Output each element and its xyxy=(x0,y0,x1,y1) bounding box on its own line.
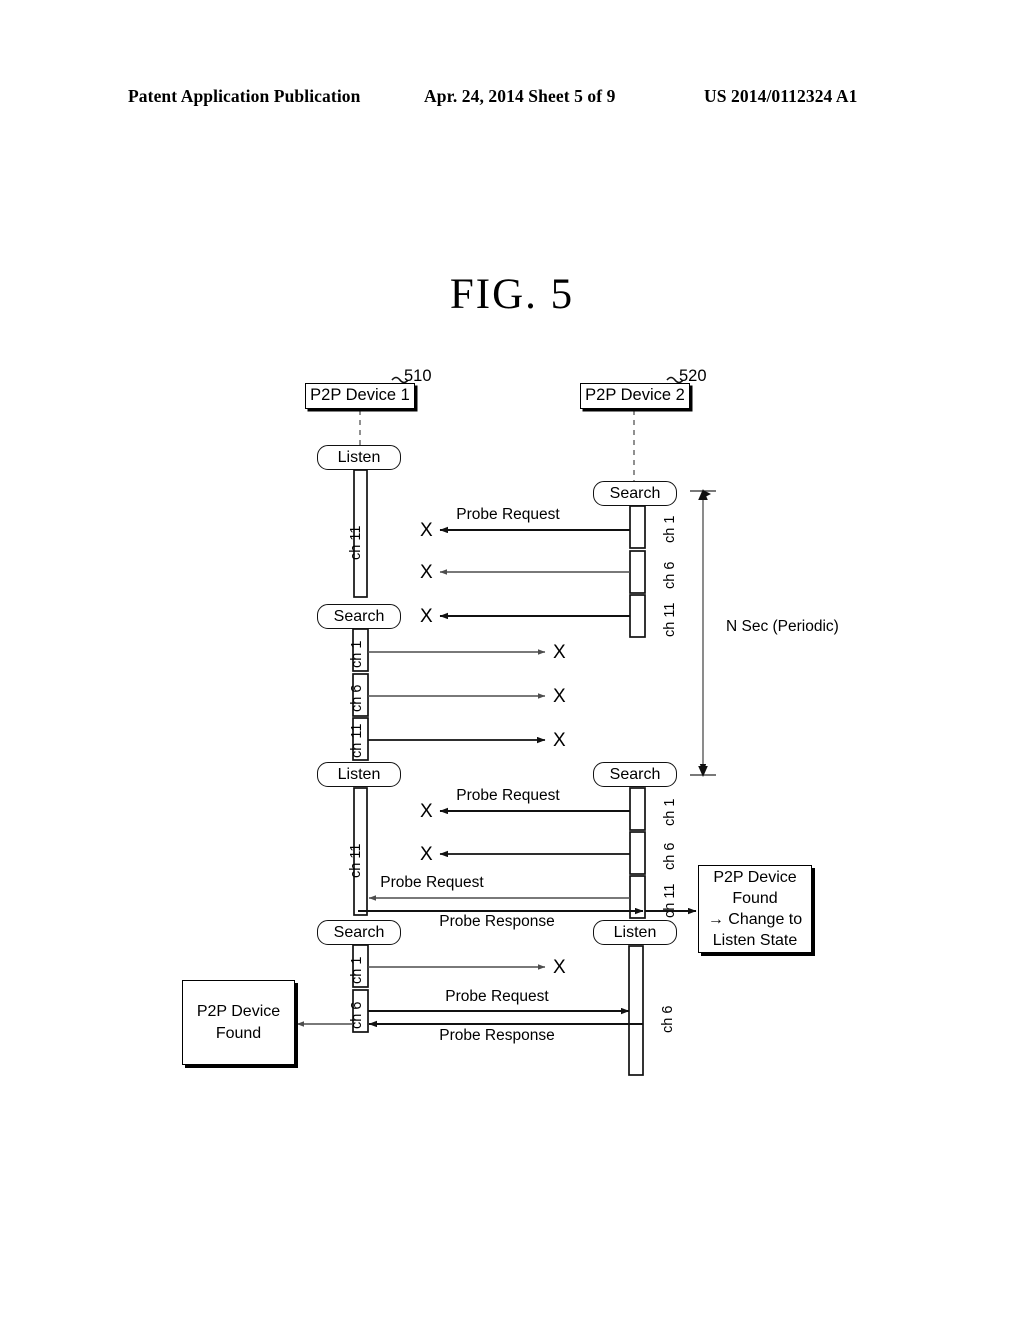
failure-marker-8: X xyxy=(420,844,433,865)
reference-leader-lines xyxy=(391,376,684,384)
arrow-group-probe-request-block1 xyxy=(439,526,630,620)
diagram-vector-layer xyxy=(296,376,716,1076)
channel-label-device2-search2-ch6: ch 6 xyxy=(662,842,678,870)
failure-marker-4: X xyxy=(553,642,566,663)
device2-activity-bars xyxy=(628,505,646,1076)
period-annotation-label: N Sec (Periodic) xyxy=(726,618,839,635)
state-capsule-device2-search-1: Search xyxy=(593,481,677,506)
note-line-3: → Change to xyxy=(707,911,803,928)
channel-label-device1-search1-ch1: ch 1 xyxy=(349,640,365,668)
failure-marker-1: X xyxy=(420,520,433,541)
channel-label-device2-search2-ch1: ch 1 xyxy=(662,798,678,826)
channel-label-device1-search2-ch1: ch 1 xyxy=(349,956,365,984)
message-label-probe-request-2: Probe Request xyxy=(456,787,560,804)
message-label-probe-request-1: Probe Request xyxy=(456,506,560,523)
failure-marker-3: X xyxy=(420,606,433,627)
message-label-probe-request-4: Probe Request xyxy=(445,988,549,1005)
channel-label-device1-search2-ch6: ch 6 xyxy=(349,1001,365,1029)
note-p2p-device-found: P2P Device Found xyxy=(182,980,295,1065)
channel-label-device2-search1-ch11: ch 11 xyxy=(662,602,678,637)
lifeline-header-device1: P2P Device 1 xyxy=(305,383,415,409)
note-line-4: Listen State xyxy=(712,932,798,950)
state-capsule-device1-listen-2: Listen xyxy=(317,762,401,787)
note-found-line-1: P2P Device xyxy=(196,1003,281,1021)
state-capsule-device2-listen-1: Listen xyxy=(593,920,677,945)
arrow-group-search-block2 xyxy=(368,649,546,744)
channel-label-device1-listen2-ch11: ch 11 xyxy=(348,843,364,878)
state-capsule-device1-listen-1: Listen xyxy=(317,445,401,470)
channel-label-device2-search1-ch6: ch 6 xyxy=(662,561,678,589)
channel-label-device2-search2-ch11: ch 11 xyxy=(662,883,678,918)
failure-marker-9: X xyxy=(553,957,566,978)
state-capsule-device1-search-1: Search xyxy=(317,604,401,629)
state-capsule-device2-search-2: Search xyxy=(593,762,677,787)
channel-label-device1-listen1-ch11: ch 11 xyxy=(348,525,364,560)
channel-label-device2-search1-ch1: ch 1 xyxy=(662,515,678,543)
failure-marker-6: X xyxy=(553,730,566,751)
failure-marker-5: X xyxy=(553,686,566,707)
note-found-line-2: Found xyxy=(215,1024,262,1042)
message-label-probe-request-3: Probe Request xyxy=(380,874,484,891)
state-capsule-device1-search-2: Search xyxy=(317,920,401,945)
channel-label-device1-search1-ch11: ch 11 xyxy=(349,723,365,758)
note-line-1: P2P Device xyxy=(713,868,797,886)
sequence-diagram: P2P Device 1 510 P2P Device 2 520 Listen… xyxy=(0,0,1024,1320)
channel-label-device2-listen-ch6: ch 6 xyxy=(660,1005,676,1033)
reference-numeral-520: 520 xyxy=(679,367,707,385)
note-p2p-device-found-change-to-listen: P2P Device Found → Change to Listen Stat… xyxy=(698,865,812,953)
note-line-2: Found xyxy=(732,889,778,907)
failure-marker-2: X xyxy=(420,562,433,583)
lifeline-header-device2: P2P Device 2 xyxy=(580,383,690,409)
failure-marker-7: X xyxy=(420,801,433,822)
period-bracket xyxy=(690,490,716,776)
channel-label-device1-search1-ch6: ch 6 xyxy=(349,684,365,712)
message-label-probe-response-1: Probe Response xyxy=(439,913,555,930)
lifeline-dashes xyxy=(359,410,635,481)
message-label-probe-response-2: Probe Response xyxy=(439,1027,555,1044)
reference-numeral-510: 510 xyxy=(404,367,432,385)
